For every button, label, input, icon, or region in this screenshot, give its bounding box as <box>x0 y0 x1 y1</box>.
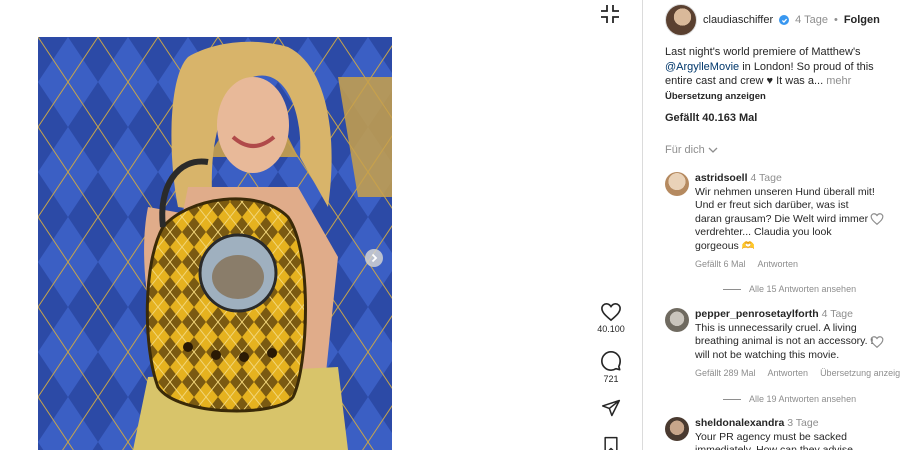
comment-likes[interactable]: Gefällt 289 Mal <box>695 368 756 378</box>
chevron-right-icon <box>371 253 378 263</box>
save-action[interactable] <box>590 436 632 450</box>
commenter-avatar[interactable] <box>665 172 689 196</box>
media-area <box>0 0 585 450</box>
translate-caption-link[interactable]: Übersetzung anzeigen <box>665 91 766 102</box>
reply-button[interactable]: Antworten <box>758 259 799 269</box>
view-replies-button[interactable]: Alle 19 Antworten ansehen <box>723 394 856 404</box>
post-caption: Last night's world premiere of Matthew's… <box>665 45 880 89</box>
collapse-button[interactable] <box>598 2 622 26</box>
commenter-username[interactable]: astridsoell <box>695 172 748 184</box>
comment-body: astridsoell 4 Tage Wir nehmen unseren Hu… <box>695 172 875 253</box>
post-actions: 40.100 721 <box>590 0 632 450</box>
commenter-username[interactable]: sheldonalexandra <box>695 417 784 429</box>
comment-time: 3 Tage <box>787 417 819 429</box>
reply-button[interactable]: Antworten <box>768 368 809 378</box>
comment-time: 4 Tage <box>821 308 853 320</box>
like-count: 40.100 <box>597 324 625 334</box>
commenter-username[interactable]: pepper_penrosetaylforth <box>695 308 819 320</box>
comment-action[interactable]: 721 <box>590 350 632 384</box>
separator-dot: • <box>833 14 838 26</box>
replies-line <box>723 288 741 290</box>
comment-text: Wir nehmen unseren Hund überall mit! Und… <box>695 185 875 252</box>
comment-meta: Gefällt 289 Mal Antworten Übersetzung an… <box>695 368 900 378</box>
comment-time: 4 Tage <box>750 172 782 184</box>
heart-icon[interactable] <box>600 302 622 322</box>
post-photo[interactable] <box>38 37 392 450</box>
verified-icon <box>779 15 790 25</box>
author-username[interactable]: claudiaschiffer <box>703 14 773 26</box>
replies-line <box>723 398 741 400</box>
post-time: 4 Tage <box>795 14 828 26</box>
bookmark-icon[interactable] <box>602 436 620 450</box>
commenter-avatar[interactable] <box>665 417 689 441</box>
translate-comment-link[interactable]: Übersetzung anzeig <box>820 368 900 378</box>
share-icon[interactable] <box>601 398 621 418</box>
comment-count: 721 <box>603 374 619 384</box>
comment-body: sheldonalexandra 3 Tage Your PR agency m… <box>695 417 875 450</box>
view-replies-button[interactable]: Alle 15 Antworten ansehen <box>723 284 856 294</box>
post-photo-image <box>38 37 392 450</box>
comment-body: pepper_penrosetaylforth 4 Tage This is u… <box>695 308 875 362</box>
chevron-down-icon <box>708 147 718 153</box>
like-action[interactable]: 40.100 <box>590 302 632 334</box>
commenter-avatar[interactable] <box>665 308 689 332</box>
follow-button[interactable]: Folgen <box>844 14 880 26</box>
comment-icon[interactable] <box>600 350 622 372</box>
view-replies-label: Alle 15 Antworten ansehen <box>749 284 857 294</box>
caption-more-link[interactable]: mehr <box>826 75 851 87</box>
comment-sort-dropdown[interactable]: Für dich <box>665 144 718 156</box>
comment-sort-label: Für dich <box>665 144 705 156</box>
share-action[interactable] <box>590 398 632 418</box>
caption-text: Last night's world premiere of Matthew's <box>665 46 861 58</box>
comment-text: This is unnecessarily cruel. A living br… <box>695 321 874 361</box>
comment-meta: Gefällt 6 Mal Antworten <box>695 259 798 269</box>
author-avatar[interactable] <box>665 4 697 36</box>
post-details-panel: claudiaschiffer 4 Tage • Folgen Last nig… <box>643 0 900 450</box>
caption-mention-link[interactable]: @ArgylleMovie <box>665 61 739 73</box>
heart-icon[interactable] <box>870 335 884 349</box>
next-image-button[interactable] <box>365 249 383 267</box>
view-replies-label: Alle 19 Antworten ansehen <box>749 394 857 404</box>
post-header: claudiaschiffer 4 Tage • Folgen <box>665 4 880 36</box>
comment-likes[interactable]: Gefällt 6 Mal <box>695 259 746 269</box>
heart-icon[interactable] <box>870 212 884 226</box>
collapse-icon <box>601 5 619 23</box>
comment-text: Your PR agency must be sacked immediatel… <box>695 430 853 450</box>
likes-count[interactable]: Gefällt 40.163 Mal <box>665 112 757 124</box>
